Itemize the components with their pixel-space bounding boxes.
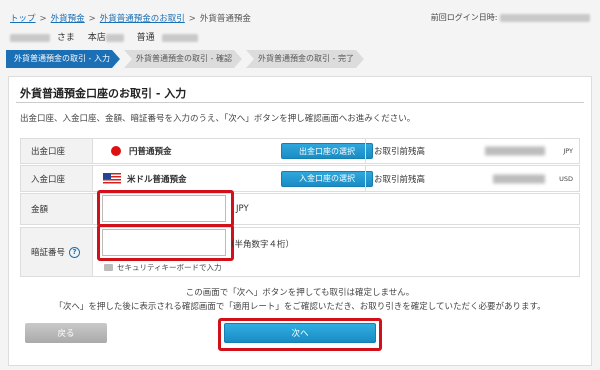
keyboard-icon bbox=[104, 264, 113, 271]
pin-label-cell: 暗証番号 ? bbox=[21, 228, 93, 276]
security-keyboard-label: セキュリティキーボードで入力 bbox=[117, 263, 222, 272]
select-withdraw-account-button[interactable]: 出金口座の選択 bbox=[281, 143, 373, 159]
step-input: 外貨普通預金の取引 - 入力 bbox=[6, 50, 120, 68]
japan-flag-icon bbox=[111, 146, 121, 156]
amount-highlight bbox=[97, 190, 234, 227]
user-name-redacted bbox=[10, 33, 50, 42]
deposit-account-name: 米ドル普通預金 bbox=[127, 174, 187, 185]
step-indicator: 外貨普通預金の取引 - 入力 外貨普通預金の取引 - 確認 外貨普通預金の取引 … bbox=[6, 50, 368, 68]
breadcrumb-current: 外貨普通預金 bbox=[199, 14, 251, 24]
pin-label: 暗証番号 bbox=[31, 248, 66, 258]
pin-hint: （半角数字４桁） bbox=[226, 240, 295, 250]
withdraw-account-name: 円普通預金 bbox=[129, 147, 172, 157]
breadcrumb: トップ > 外貨預金 > 外貨普通預金のお取引 > 外貨普通預金 bbox=[10, 14, 251, 24]
user-info: さま 本店 普通 bbox=[10, 30, 202, 43]
breadcrumb-fx-transaction-link[interactable]: 外貨普通預金のお取引 bbox=[100, 14, 185, 24]
last-login-label: 前回ログイン日時: bbox=[430, 13, 498, 22]
us-flag-icon bbox=[103, 173, 121, 184]
withdraw-account: 円普通預金 bbox=[111, 145, 172, 157]
withdraw-label: 出金口座 bbox=[21, 139, 93, 163]
pin-highlight bbox=[97, 224, 234, 261]
deposit-row: 入金口座 米ドル普通預金 入金口座の選択 お取引前残高 USD bbox=[20, 165, 580, 192]
title-divider bbox=[16, 102, 584, 103]
deposit-account: 米ドル普通預金 bbox=[103, 173, 187, 185]
breadcrumb-fx-deposit-link[interactable]: 外貨預金 bbox=[51, 14, 85, 24]
withdraw-balance-label: お取引前残高 bbox=[374, 147, 426, 157]
last-login-value-redacted bbox=[500, 13, 590, 22]
deposit-label: 入金口座 bbox=[21, 166, 93, 191]
step-complete: 外貨普通預金の取引 - 完了 bbox=[246, 50, 364, 68]
note-line-2: 「次へ」を押した後に表示される確認画面で「適用レート」をご確認いただき、お取り引… bbox=[54, 302, 546, 312]
branch-label: 本店 bbox=[87, 33, 106, 43]
help-icon[interactable]: ? bbox=[69, 246, 81, 258]
deposit-balance-label: お取引前残高 bbox=[374, 174, 426, 185]
last-login: 前回ログイン日時: bbox=[431, 12, 590, 23]
page-title: 外貨普通預金口座のお取引 - 入力 bbox=[20, 87, 187, 100]
security-keyboard-toggle[interactable]: セキュリティキーボードで入力 bbox=[104, 262, 222, 273]
select-deposit-account-button[interactable]: 入金口座の選択 bbox=[281, 170, 373, 187]
amount-label: 金額 bbox=[21, 194, 93, 224]
instruction-text: 出金口座、入金口座、金額、暗証番号を入力のうえ、「次へ」ボタンを押し確認画面へお… bbox=[20, 114, 416, 124]
withdraw-balance-redacted bbox=[485, 146, 545, 156]
deposit-currency: USD bbox=[559, 174, 573, 183]
branch-redacted bbox=[105, 33, 124, 42]
withdraw-row: 出金口座 円普通預金 出金口座の選択 お取引前残高 JPY bbox=[20, 138, 580, 164]
back-button[interactable]: 戻る bbox=[25, 323, 107, 343]
amount-unit: JPY bbox=[236, 204, 249, 214]
deposit-balance: お取引前残高 USD bbox=[365, 166, 579, 191]
deposit-balance-redacted bbox=[493, 174, 545, 183]
step-confirm: 外貨普通預金の取引 - 確認 bbox=[124, 50, 242, 68]
breadcrumb-top-link[interactable]: トップ bbox=[10, 14, 36, 24]
account-type: 普通 bbox=[136, 33, 155, 43]
note-line-1: この画面で「次へ」ボタンを押しても取引は確定しません。 bbox=[185, 288, 415, 298]
account-number-redacted bbox=[161, 33, 198, 42]
withdraw-currency: JPY bbox=[563, 147, 573, 155]
withdraw-balance: お取引前残高 JPY bbox=[365, 139, 579, 163]
user-honorific: さま bbox=[56, 33, 75, 43]
next-highlight bbox=[218, 318, 382, 351]
